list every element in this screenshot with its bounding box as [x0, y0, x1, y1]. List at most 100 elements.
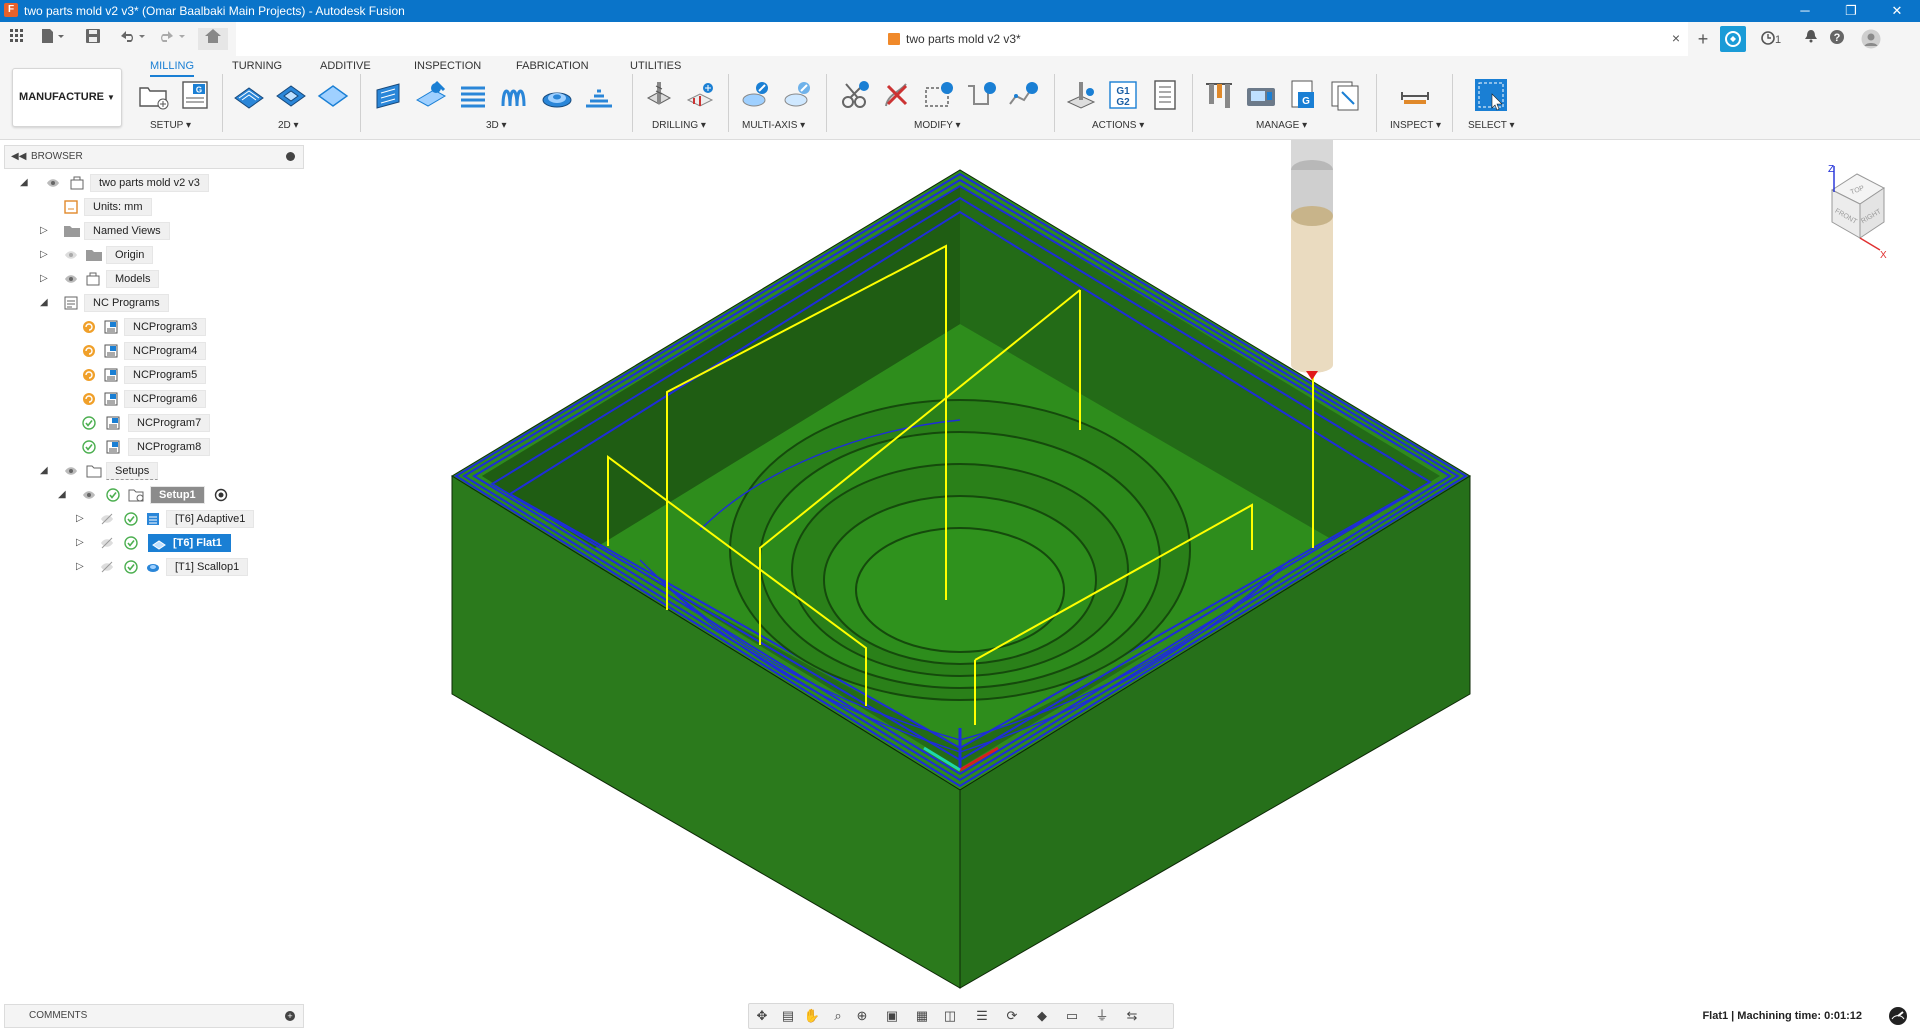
zoom-icon[interactable]: ⌕ — [829, 1007, 847, 1025]
data-panel-icon[interactable] — [1720, 26, 1746, 52]
notifications-icon[interactable] — [1800, 29, 1822, 49]
new-setup-icon[interactable] — [136, 78, 170, 112]
close-tab-button[interactable]: × — [1672, 30, 1680, 46]
viewports-icon[interactable]: ◫ — [941, 1007, 959, 1025]
look-at-icon[interactable]: ▤ — [779, 1007, 797, 1025]
nc-program-icon[interactable]: G — [178, 78, 212, 112]
expand-triangle-icon[interactable]: ▷ — [40, 246, 48, 264]
face-icon[interactable] — [316, 78, 350, 112]
expand-triangle-icon[interactable]: ▷ — [76, 534, 84, 552]
tool-display-icon[interactable]: ⏚ — [1093, 1007, 1111, 1025]
machine-library-icon[interactable] — [1244, 78, 1278, 112]
group-modify-label[interactable]: MODIFY ▾ — [914, 120, 961, 131]
viewcube[interactable]: TOP FRONT RIGHT Z X — [1812, 160, 1892, 261]
expand-triangle-icon[interactable]: ▷ — [40, 222, 48, 240]
comments-panel[interactable]: COMMENTS + — [4, 1004, 304, 1028]
help-icon[interactable]: ? — [1826, 29, 1848, 49]
eye-hidden-icon[interactable] — [100, 560, 114, 574]
group-drilling-label[interactable]: DRILLING ▾ — [652, 120, 706, 131]
viewport-canvas[interactable] — [304, 140, 1920, 1000]
eye-hidden-icon[interactable] — [64, 248, 78, 262]
view-mode-icon[interactable]: ◆ — [1033, 1007, 1051, 1025]
collapse-panel-icon[interactable]: ◀◀ — [11, 146, 26, 168]
collapse-triangle-icon[interactable]: ◢ — [40, 462, 48, 480]
measure-icon[interactable] — [1398, 78, 1432, 112]
undo-icon[interactable] — [116, 28, 148, 50]
3d-adaptive-icon[interactable] — [372, 78, 406, 112]
browser-header[interactable]: ◀◀ BROWSER — [4, 145, 304, 169]
expand-triangle-icon[interactable]: ▷ — [40, 270, 48, 288]
collapse-triangle-icon[interactable]: ◢ — [40, 294, 48, 312]
job-status-icon[interactable]: 1 — [1756, 29, 1786, 49]
eye-icon[interactable] — [64, 272, 78, 286]
expand-triangle-icon[interactable]: ▷ — [76, 510, 84, 528]
group-multi-axis-label[interactable]: MULTI-AXIS ▾ — [742, 120, 805, 131]
simulate-icon[interactable] — [1064, 78, 1098, 112]
parallel-icon[interactable] — [498, 78, 532, 112]
display-settings-icon[interactable]: ▣ — [883, 1007, 901, 1025]
group-setup-label[interactable]: SETUP ▾ — [150, 120, 191, 131]
orbit-icon[interactable]: ✥ — [753, 1007, 771, 1025]
tool-move-icon[interactable] — [922, 78, 956, 112]
grid-settings-icon[interactable]: ▦ — [913, 1007, 931, 1025]
3d-viewport[interactable] — [304, 140, 1920, 1000]
group-inspect-label[interactable]: INSPECT ▾ — [1390, 120, 1441, 131]
toolpath-edit-icon[interactable] — [1006, 78, 1040, 112]
eye-icon[interactable] — [46, 176, 60, 190]
group-3d-label[interactable]: 3D ▾ — [486, 120, 507, 131]
redo-icon[interactable] — [156, 28, 188, 50]
group-select-label[interactable]: SELECT ▾ — [1468, 120, 1515, 131]
hole-recognition-icon[interactable] — [684, 78, 718, 112]
speedometer-icon[interactable] — [1888, 1006, 1908, 1026]
eye-hidden-icon[interactable] — [100, 536, 114, 550]
tab-fabrication[interactable]: FABRICATION — [516, 60, 589, 72]
template-library-icon[interactable] — [1328, 78, 1362, 112]
tab-additive[interactable]: ADDITIVE — [320, 60, 371, 72]
expand-triangle-icon[interactable]: ▷ — [76, 558, 84, 576]
trim-toolpath-icon[interactable] — [838, 78, 872, 112]
fit-icon[interactable]: ⊕ — [853, 1007, 871, 1025]
eye-icon[interactable] — [64, 464, 78, 478]
group-actions-label[interactable]: ACTIONS ▾ — [1092, 120, 1144, 131]
contour-icon[interactable] — [582, 78, 616, 112]
target-icon[interactable] — [214, 488, 228, 502]
eye-icon[interactable] — [82, 488, 96, 502]
file-icon[interactable] — [38, 28, 68, 50]
pan-icon[interactable]: ✋ — [803, 1007, 821, 1025]
swarf-icon[interactable] — [782, 78, 816, 112]
browser-options-icon[interactable] — [286, 152, 295, 161]
minimize-button[interactable]: ─ — [1782, 0, 1828, 22]
tab-milling[interactable]: MILLING — [150, 60, 195, 77]
2d-pocket-icon[interactable] — [274, 78, 308, 112]
tab-utilities[interactable]: UTILITIES — [630, 60, 681, 72]
post-library-icon[interactable]: G — [1286, 78, 1320, 112]
home-icon[interactable] — [198, 28, 228, 50]
toolpath-delete-icon[interactable] — [880, 78, 914, 112]
tab-turning[interactable]: TURNING — [232, 60, 282, 72]
drill-icon[interactable] — [642, 78, 676, 112]
save-icon[interactable] — [84, 28, 102, 50]
tab-inspection[interactable]: INSPECTION — [414, 60, 481, 72]
collapse-triangle-icon[interactable]: ◢ — [58, 486, 66, 504]
2d-adaptive-icon[interactable] — [232, 78, 266, 112]
tool-library-icon[interactable] — [1202, 78, 1236, 112]
app-grid-icon[interactable] — [8, 28, 26, 50]
collapse-triangle-icon[interactable]: ◢ — [20, 174, 28, 192]
eye-hidden-icon[interactable] — [100, 512, 114, 526]
toolpath-display-icon[interactable]: ▭ — [1063, 1007, 1081, 1025]
stock-visibility-icon[interactable]: ☰ — [973, 1007, 991, 1025]
3d-pocket-icon[interactable] — [414, 78, 448, 112]
new-tab-icon[interactable]: + — [1692, 29, 1714, 49]
workspace-switcher[interactable]: MANUFACTURE ▼ — [12, 68, 122, 127]
edit-links-icon[interactable] — [964, 78, 998, 112]
multi-axis-contour-icon[interactable] — [740, 78, 774, 112]
rotate-view-icon[interactable]: ⟳ — [1003, 1007, 1021, 1025]
scallop-icon[interactable] — [540, 78, 574, 112]
restore-button[interactable]: ❐ — [1828, 0, 1874, 22]
user-avatar-icon[interactable] — [1860, 29, 1882, 49]
group-2d-label[interactable]: 2D ▾ — [278, 120, 299, 131]
steep-and-shallow-icon[interactable] — [456, 78, 490, 112]
select-icon[interactable] — [1474, 78, 1508, 112]
add-comment-icon[interactable]: + — [285, 1011, 295, 1021]
simulation-display-icon[interactable]: ⇆ — [1123, 1007, 1141, 1025]
